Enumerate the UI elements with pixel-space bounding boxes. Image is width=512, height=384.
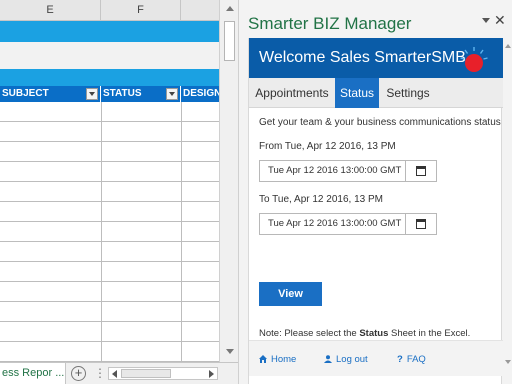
subject-filter-dropdown-icon[interactable] — [86, 88, 98, 100]
header-subject-label: SUBJECT — [2, 88, 49, 99]
table-row[interactable] — [0, 242, 219, 262]
column-header-e[interactable]: E — [0, 0, 101, 21]
table-row[interactable] — [0, 162, 219, 182]
add-sheet-icon[interactable]: + — [71, 366, 86, 381]
note-prefix: Note: Please select the — [259, 328, 360, 339]
task-pane: Smarter BIZ Manager ✕ Welcome Sales Smar… — [238, 0, 512, 384]
tab-settings[interactable]: Settings — [379, 78, 437, 108]
tab-strip: Appointments Status Settings — [249, 78, 503, 108]
faq-link-label: FAQ — [406, 354, 426, 365]
pane-scroll-down-icon[interactable] — [505, 360, 511, 364]
faq-link[interactable]: ? FAQ — [397, 354, 426, 365]
from-date-label: From Tue, Apr 12 2016, 13 PM — [259, 141, 396, 152]
note-sheet-name: Status — [359, 328, 389, 339]
column-header-bar: E F — [0, 0, 219, 21]
scroll-thumb[interactable] — [224, 21, 235, 61]
banner-title: Welcome Sales SmarterSMB — [259, 49, 466, 66]
home-link[interactable]: Home — [259, 354, 296, 365]
column-divider — [181, 102, 182, 362]
column-header-f[interactable]: F — [101, 0, 181, 21]
welcome-banner: Welcome Sales SmarterSMB — [249, 38, 503, 78]
logout-link-label: Log out — [336, 354, 368, 365]
scroll-right-icon[interactable] — [209, 370, 214, 378]
header-cell-design[interactable]: DESIGN — [181, 86, 219, 102]
tab-appointments[interactable]: Appointments — [249, 78, 335, 108]
sheet-horizontal-scrollbar[interactable] — [108, 367, 218, 380]
pane-scroll-up-icon[interactable] — [505, 44, 511, 48]
table-row[interactable] — [0, 322, 219, 342]
calendar-icon — [416, 219, 426, 229]
sheet-blank-band[interactable] — [0, 42, 219, 69]
scroll-left-icon[interactable] — [112, 370, 117, 378]
scroll-down-icon[interactable] — [226, 349, 234, 354]
view-button[interactable]: View — [259, 282, 322, 306]
sheet-tab-bar: ess Repor ... + ⋮ — [0, 362, 238, 384]
to-datetime-field: Tue Apr 12 2016 13:00:00 GMT — [259, 213, 437, 235]
pane-footer: Home Log out ? FAQ — [249, 340, 503, 376]
table-row[interactable] — [0, 142, 219, 162]
sheet-grid[interactable] — [0, 102, 219, 362]
status-intro-text: Get your team & your business communicat… — [259, 117, 501, 128]
to-date-label: To Tue, Apr 12 2016, 13 PM — [259, 194, 383, 205]
table-row[interactable] — [0, 262, 219, 282]
column-divider — [101, 102, 102, 362]
sheet-tab-business-report[interactable]: ess Repor ... — [0, 363, 66, 384]
pane-title: Smarter BIZ Manager — [248, 14, 412, 33]
spreadsheet-area: E F SUBJECT STATUS DESIGN ess Repor ... … — [0, 0, 238, 384]
user-icon — [324, 355, 332, 363]
note-suffix: Sheet in the Excel. — [388, 328, 471, 339]
table-header-row: SUBJECT STATUS DESIGN — [0, 86, 219, 102]
pane-vertical-scrollbar[interactable] — [503, 38, 512, 370]
table-row[interactable] — [0, 182, 219, 202]
header-design-label: DESIGN — [183, 88, 219, 99]
table-row[interactable] — [0, 302, 219, 322]
tab-status[interactable]: Status — [335, 78, 379, 108]
calendar-icon — [416, 166, 426, 176]
scroll-up-icon[interactable] — [226, 6, 234, 11]
horizontal-scroll-thumb[interactable] — [121, 369, 171, 378]
status-filter-dropdown-icon[interactable] — [166, 88, 178, 100]
sheet-section-band[interactable] — [0, 69, 219, 86]
addin-content: Welcome Sales SmarterSMB Appointments St… — [248, 38, 503, 384]
table-row[interactable] — [0, 342, 219, 362]
home-link-label: Home — [271, 354, 297, 365]
column-header-g[interactable] — [181, 0, 219, 21]
header-status-label: STATUS — [103, 88, 142, 99]
from-datetime-input[interactable]: Tue Apr 12 2016 13:00:00 GMT — [260, 161, 406, 181]
status-note: Note: Please select the Status Sheet in … — [259, 328, 470, 339]
more-options-icon[interactable]: ⋮ — [94, 366, 106, 380]
logout-link[interactable]: Log out — [324, 354, 368, 365]
table-row[interactable] — [0, 202, 219, 222]
table-row[interactable] — [0, 122, 219, 142]
table-row[interactable] — [0, 282, 219, 302]
question-icon: ? — [397, 354, 403, 365]
table-row[interactable] — [0, 222, 219, 242]
status-panel: Get your team & your business communicat… — [249, 108, 503, 340]
sheet-title-band[interactable] — [0, 21, 219, 42]
smartersmb-logo-icon — [460, 47, 488, 72]
table-row[interactable] — [0, 102, 219, 122]
from-datetime-field: Tue Apr 12 2016 13:00:00 GMT — [259, 160, 437, 182]
close-icon[interactable]: ✕ — [494, 12, 506, 29]
sheet-vertical-scrollbar[interactable] — [219, 0, 238, 362]
pane-options-chevron-down-icon[interactable] — [482, 18, 490, 23]
to-calendar-button[interactable] — [406, 214, 436, 234]
to-datetime-input[interactable]: Tue Apr 12 2016 13:00:00 GMT — [260, 214, 406, 234]
home-icon — [259, 355, 267, 363]
from-calendar-button[interactable] — [406, 161, 436, 181]
